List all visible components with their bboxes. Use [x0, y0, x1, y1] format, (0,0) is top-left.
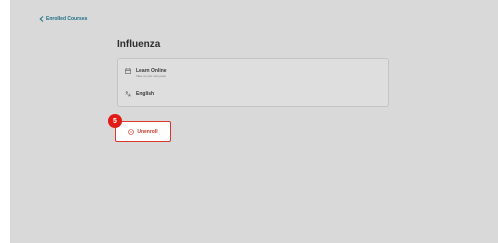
language-label: English — [136, 91, 155, 97]
back-to-enrolled-courses-link[interactable]: Enrolled Courses — [39, 16, 87, 22]
step-number-badge: 5 — [108, 114, 122, 128]
unenroll-button[interactable]: Unenroll — [115, 121, 171, 142]
chevron-left-icon — [39, 16, 44, 22]
minus-circle-icon — [128, 128, 135, 135]
learning-mode-row: Learn Online Take at your own pace — [125, 68, 167, 79]
page-background — [10, 0, 498, 243]
learning-mode-sublabel: Take at your own pace — [136, 74, 167, 78]
calendar-icon — [125, 68, 131, 74]
course-info-card: Learn Online Take at your own pace Engli… — [117, 58, 389, 107]
page-title: Influenza — [117, 39, 161, 50]
unenroll-label: Unenroll — [137, 128, 158, 135]
back-link-label: Enrolled Courses — [46, 16, 88, 22]
translate-icon — [125, 91, 131, 97]
language-row: English — [125, 91, 154, 97]
